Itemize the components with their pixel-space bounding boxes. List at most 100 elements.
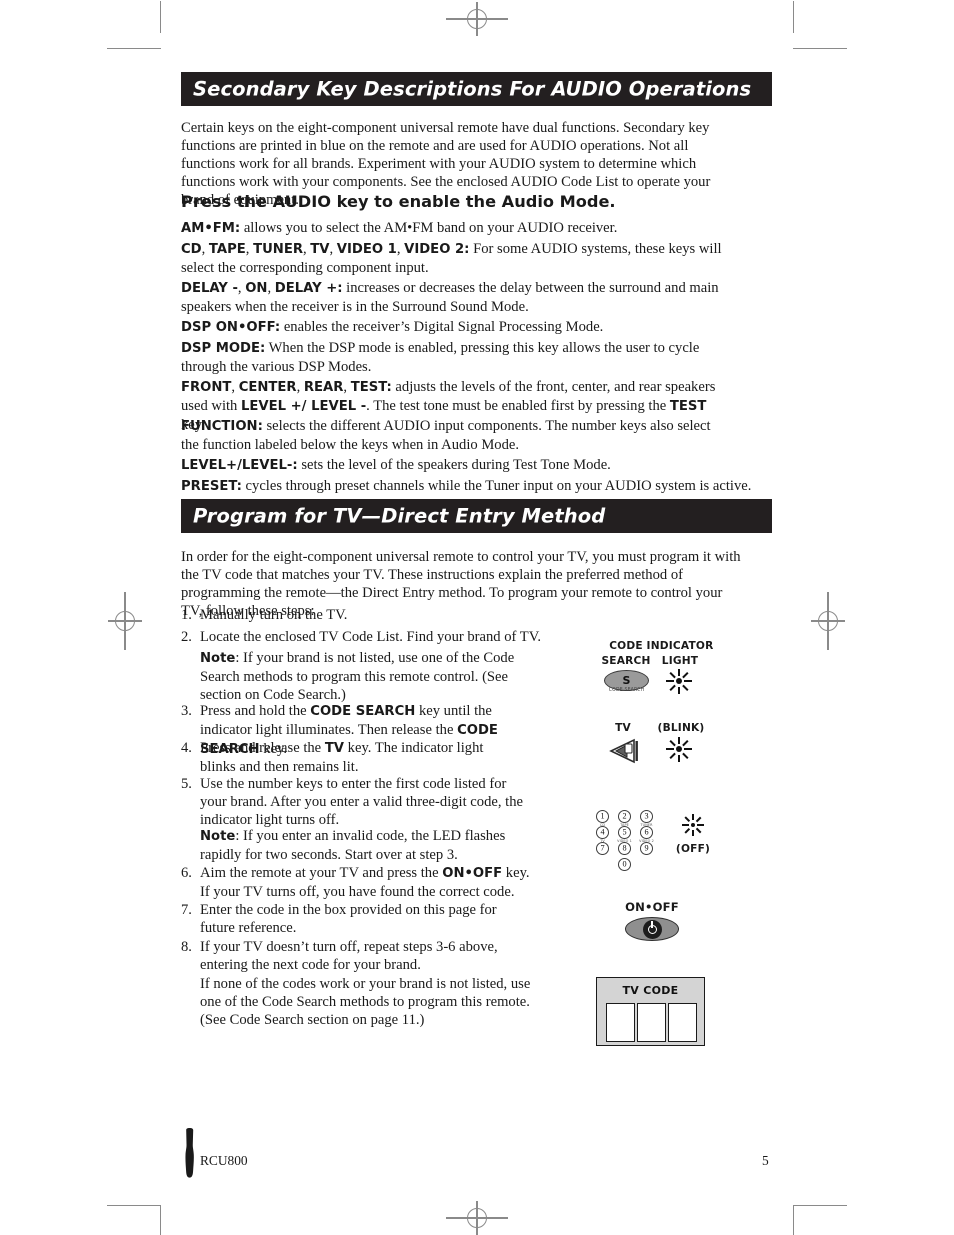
key-description-delay: DELAY -, ON, DELAY +: increases or decre… bbox=[181, 279, 741, 316]
step-5-note: Note: If you enter an invalid code, the … bbox=[181, 827, 531, 864]
step-6-number: 6. bbox=[181, 865, 192, 881]
tv-code-digit-slot-1[interactable] bbox=[606, 1003, 635, 1042]
key-text-preset: cycles through preset channels while the… bbox=[241, 478, 752, 494]
step-4-number: 4. bbox=[181, 740, 192, 756]
indicator-light-blink-icon bbox=[665, 736, 693, 762]
crop-mark-bottom-right-v bbox=[793, 1205, 795, 1235]
number-key-6-digit: 6 bbox=[644, 826, 649, 836]
key-label-rear: REAR bbox=[303, 380, 344, 395]
key-label-video1: VIDEO 1 bbox=[336, 242, 397, 257]
key-description-amfm: AM•FM: allows you to select the AM•FM ba… bbox=[181, 219, 741, 238]
step-6-text: Aim the remote at your TV and press the … bbox=[200, 864, 531, 901]
step-4-text: Press and release the TV key. The indica… bbox=[200, 739, 521, 776]
key-label-cd: CD bbox=[181, 242, 202, 257]
key-ref-tv: TV bbox=[324, 741, 345, 756]
key-text-level: sets the level of the speakers during Te… bbox=[297, 457, 611, 473]
number-key-8[interactable]: 8 bbox=[618, 842, 631, 855]
step-6: 6. Aim the remote at your TV and press t… bbox=[181, 864, 531, 901]
step-4: 4. Press and release the TV key. The ind… bbox=[181, 739, 521, 776]
step-8-text: If your TV doesn’t turn off, repeat step… bbox=[200, 939, 498, 974]
key-label-on: ON bbox=[245, 281, 268, 296]
step-2-number: 2. bbox=[181, 629, 192, 645]
step-3-text-a: Press and hold the bbox=[200, 703, 311, 719]
sep: , bbox=[296, 379, 304, 395]
tv-code-box-title: TV CODE bbox=[622, 984, 679, 997]
tv-key-label: TV bbox=[615, 722, 631, 734]
number-keypad-illustration: 1 CD 2 TAPE 3 TUNER 4 TV 5 VIDEO 1 6 VID… bbox=[596, 810, 658, 871]
key-label-preset: PRESET: bbox=[181, 479, 242, 494]
tv-key-illustration[interactable] bbox=[607, 737, 641, 765]
step-5-number: 5. bbox=[181, 776, 192, 792]
number-key-6[interactable]: 6 VIDEO 2 bbox=[639, 826, 654, 843]
number-key-2[interactable]: 2 TAPE bbox=[618, 810, 631, 827]
key-label-amfm: AM•FM: bbox=[181, 221, 241, 236]
number-key-4[interactable]: 4 TV bbox=[596, 826, 609, 843]
number-key-9-digit: 9 bbox=[644, 842, 649, 852]
key-label-center: CENTER bbox=[238, 380, 297, 395]
key-label-tv: TV bbox=[310, 242, 330, 257]
tv-code-digit-slot-2[interactable] bbox=[637, 1003, 666, 1042]
note-1-label: Note bbox=[200, 651, 236, 666]
step-3-number: 3. bbox=[181, 703, 192, 719]
crop-mark-top-right-v bbox=[793, 1, 795, 33]
crop-mark-top-right-h bbox=[793, 48, 847, 50]
registration-mark-left bbox=[108, 592, 142, 650]
off-label: (OFF) bbox=[675, 843, 711, 855]
number-key-9[interactable]: 9 bbox=[640, 842, 653, 855]
step-7: 7. Enter the code in the box provided on… bbox=[181, 901, 511, 937]
key-label-test-2: TEST bbox=[669, 399, 707, 415]
key-description-dsp-onoff: DSP ON•OFF: enables the receiver’s Digit… bbox=[181, 318, 741, 337]
step-8-extra-text: If none of the codes work or your brand … bbox=[200, 976, 531, 1029]
number-key-1-digit: 1 bbox=[600, 810, 605, 820]
section-heading-program-tv-text: Program for TV—Direct Entry Method bbox=[193, 504, 606, 528]
key-description-level: LEVEL+/LEVEL-: sets the level of the spe… bbox=[181, 456, 741, 475]
number-key-7[interactable]: 7 bbox=[596, 842, 609, 855]
step-8: 8. If your TV doesn’t turn off, repeat s… bbox=[181, 938, 536, 974]
power-icon-bar bbox=[651, 921, 653, 929]
indicator-light-off-icon bbox=[680, 813, 706, 837]
manual-page: Secondary Key Descriptions For AUDIO Ope… bbox=[0, 0, 954, 1235]
number-key-1[interactable]: 1 CD bbox=[596, 810, 609, 827]
key-description-inputs: CD, TAPE, TUNER, TV, VIDEO 1, VIDEO 2: F… bbox=[181, 240, 733, 277]
step-8-extra: If none of the codes work or your brand … bbox=[181, 975, 531, 1029]
code-search-key-glyph: S bbox=[622, 673, 631, 687]
onoff-key-illustration[interactable] bbox=[625, 917, 679, 941]
key-description-dsp-mode: DSP MODE: When the DSP mode is enabled, … bbox=[181, 339, 726, 376]
key-label-test: TEST: bbox=[350, 380, 392, 395]
tv-code-digit-slot-3[interactable] bbox=[668, 1003, 697, 1042]
sep: , bbox=[231, 379, 239, 395]
sep: , bbox=[201, 241, 209, 257]
note-2-text: : If you enter an invalid code, the LED … bbox=[200, 828, 506, 864]
key-label-delay-minus: DELAY - bbox=[181, 281, 238, 296]
tv-key-icon bbox=[609, 738, 638, 764]
audio-subheading: Press the AUDIO key to enable the Audio … bbox=[181, 192, 616, 211]
number-key-3[interactable]: 3 TUNER bbox=[640, 810, 653, 827]
key-label-delay-plus: DELAY +: bbox=[274, 281, 343, 296]
number-key-0[interactable]: 0 bbox=[618, 858, 631, 871]
note-2-label: Note bbox=[200, 829, 236, 844]
code-search-key-microlabel: CODE SEARCH bbox=[608, 687, 645, 694]
sep: , bbox=[245, 241, 254, 257]
registration-mark-bottom bbox=[446, 1201, 508, 1235]
step-2-note: Note: If your brand is not listed, use o… bbox=[181, 649, 529, 704]
step-6-text-a: Aim the remote at your TV and press the bbox=[200, 865, 443, 881]
number-key-0-digit: 0 bbox=[622, 858, 627, 868]
key-label-tape: TAPE bbox=[208, 242, 246, 257]
number-key-5[interactable]: 5 VIDEO 1 bbox=[617, 826, 632, 843]
step-1-number: 1. bbox=[181, 607, 192, 623]
key-label-front: FRONT bbox=[181, 380, 232, 395]
page-number: 5 bbox=[762, 1153, 769, 1168]
section-heading-audio: Secondary Key Descriptions For AUDIO Ope… bbox=[181, 72, 772, 106]
onoff-key-label: ON•OFF bbox=[625, 900, 679, 914]
step-2: 2. Locate the enclosed TV Code List. Fin… bbox=[181, 628, 551, 646]
sep: , bbox=[329, 241, 337, 257]
key-description-function: FUNCTION: selects the different AUDIO in… bbox=[181, 417, 726, 454]
key-ref-onoff: ON•OFF bbox=[442, 866, 503, 881]
indicator-light-label-line2: LIGHT bbox=[661, 655, 699, 667]
number-key-5-digit: 5 bbox=[622, 826, 627, 836]
key-text-levels-b: . The test tone must be enabled first by… bbox=[366, 398, 670, 415]
key-text-dsp-onoff: enables the receiver’s Digital Signal Pr… bbox=[280, 319, 604, 335]
step-2-text: Locate the enclosed TV Code List. Find y… bbox=[200, 629, 542, 645]
indicator-light-label-line1: INDICATOR bbox=[646, 640, 714, 652]
crop-mark-bottom-left-h bbox=[107, 1205, 161, 1207]
